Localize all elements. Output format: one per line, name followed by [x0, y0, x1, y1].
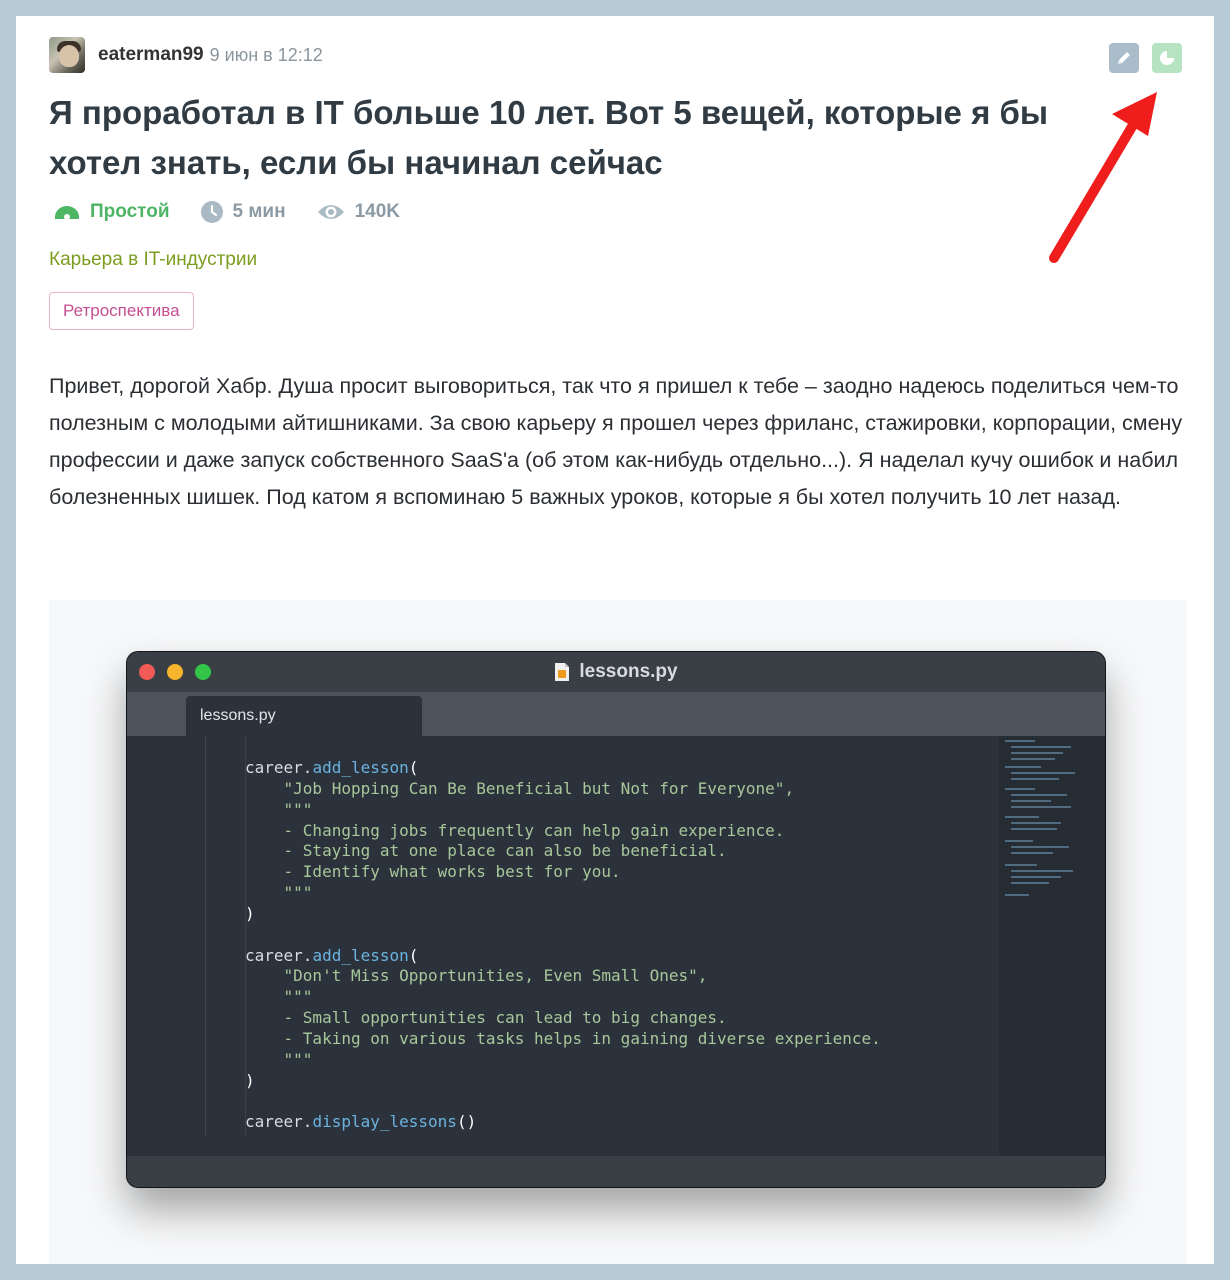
article-title[interactable]: Я проработал в IT больше 10 лет. Вот 5 в… — [49, 88, 1129, 188]
python-file-icon — [555, 663, 570, 681]
code-area: career.add_lesson( "Job Hopping Can Be B… — [127, 736, 1105, 1156]
window-titlebar: lessons.py — [127, 652, 1105, 692]
window-title-text: lessons.py — [579, 661, 678, 682]
code-token: career. — [245, 1112, 313, 1132]
code-line: """ — [245, 799, 313, 819]
article-image: lessons.py lessons.py career.add_lesson(… — [49, 600, 1187, 1264]
tab-lessons-py: lessons.py — [186, 696, 422, 736]
indent-guide — [205, 736, 206, 1136]
editor-statusbar — [127, 1156, 1105, 1187]
code-token: add_lesson — [312, 945, 409, 965]
code-line: - Small opportunities can lead to big ch… — [245, 1008, 727, 1028]
post-header: eaterman99 9 июн в 12:12 — [49, 36, 323, 74]
window-title: lessons.py — [127, 652, 1105, 692]
hub-link[interactable]: Карьера в IT-индустрии — [49, 249, 257, 271]
code-line: ) — [245, 903, 255, 923]
views-count: 140K — [316, 201, 400, 223]
eye-icon — [317, 205, 344, 219]
editor-tabbar: lessons.py — [127, 692, 1105, 736]
complexity-icon — [55, 206, 79, 220]
code-line: """ — [245, 987, 313, 1007]
code-token: ( — [408, 758, 419, 777]
edit-button[interactable] — [1109, 43, 1139, 73]
reading-time: 5 мин — [200, 200, 286, 224]
code-token: ( — [408, 945, 419, 965]
code-token: () — [456, 1112, 477, 1132]
code-token: display_lessons — [312, 1112, 457, 1132]
tag-label[interactable]: Ретроспектива — [49, 292, 194, 330]
avatar[interactable] — [49, 37, 85, 73]
pencil-icon — [1118, 52, 1130, 64]
article-card: eaterman99 9 июн в 12:12 Я проработал в … — [16, 16, 1214, 1264]
article-meta: Простой 5 мин 140K — [53, 200, 430, 224]
clock-icon — [200, 201, 223, 223]
post-actions — [1109, 43, 1182, 73]
article-lead: Привет, дорогой Хабр. Душа просит выгово… — [49, 374, 1183, 509]
code-line: """ — [245, 883, 313, 903]
author-name[interactable]: eaterman99 — [98, 44, 204, 66]
code-token: career. — [245, 945, 313, 965]
code-line: """ — [245, 1049, 313, 1069]
pie-chart-icon — [1160, 51, 1174, 65]
code-line: - Taking on various tasks helps in gaini… — [245, 1028, 881, 1048]
code-block: career.add_lesson( "Job Hopping Can Be B… — [245, 758, 881, 1133]
post-date: 9 июн в 12:12 — [209, 44, 323, 65]
code-line: - Staying at one place can also be benef… — [245, 841, 727, 861]
code-line: "Job Hopping Can Be Beneficial but Not f… — [245, 778, 795, 798]
code-line: - Identify what works best for you. — [245, 862, 621, 882]
code-token: career. — [245, 758, 313, 777]
code-minimap[interactable] — [999, 736, 1105, 1156]
reading-time-label: 5 мин — [232, 201, 286, 222]
complexity-badge: Простой — [53, 201, 170, 223]
code-token: add_lesson — [312, 758, 409, 777]
code-line: "Don't Miss Opportunities, Even Small On… — [245, 966, 708, 986]
complexity-label: Простой — [90, 201, 170, 222]
code-line: - Changing jobs frequently can help gain… — [245, 820, 785, 840]
stats-button[interactable] — [1152, 43, 1182, 73]
views-label: 140K — [354, 201, 401, 222]
code-line: ) — [245, 1070, 255, 1090]
code-editor-window: lessons.py lessons.py career.add_lesson(… — [127, 652, 1105, 1187]
